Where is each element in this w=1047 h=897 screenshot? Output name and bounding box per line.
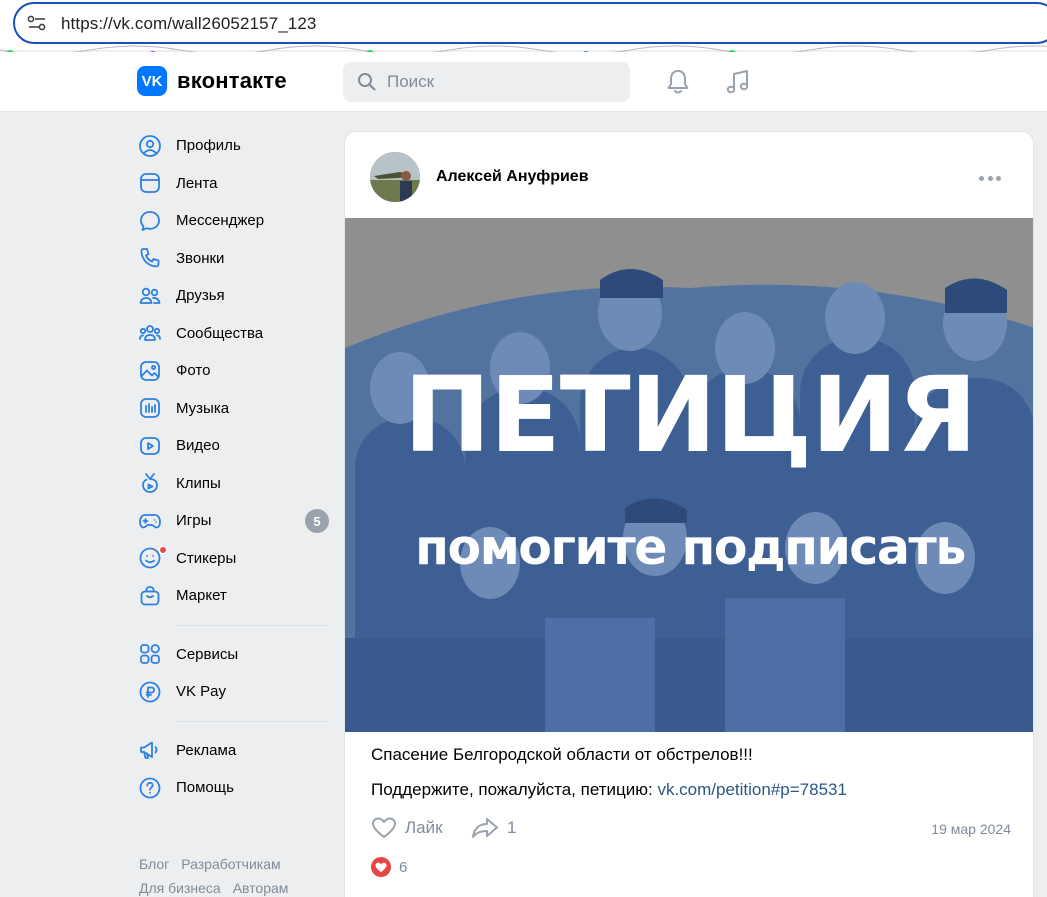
sidebar-item-label: Маркет	[176, 587, 227, 605]
share-count: 1	[507, 818, 517, 837]
sidebar-item-profile[interactable]: Профиль	[137, 127, 332, 165]
sidebar-item-news[interactable]: Лента	[137, 165, 332, 203]
sidebar-item-friends[interactable]: Друзья	[137, 277, 332, 315]
sidebar-item-ads[interactable]: Реклама	[137, 732, 332, 770]
share-button[interactable]: 1	[471, 816, 516, 840]
sidebar-item-label: Друзья	[176, 287, 225, 305]
post-actions-bar: Лайк 1 19 мар 2024	[371, 816, 1011, 844]
news-icon	[137, 170, 163, 196]
profile-icon	[137, 133, 163, 159]
sidebar-item-label: Игры	[176, 512, 212, 530]
nav-services-group: Сервисы VK Pay	[137, 636, 332, 711]
vk-header: VK вконтакте	[0, 52, 1047, 112]
nav-divider	[176, 720, 328, 722]
ads-icon	[137, 737, 163, 763]
sidebar-item-label: Видео	[176, 437, 220, 455]
music-note-icon[interactable]	[723, 67, 753, 97]
sidebar-item-label: Сообщества	[176, 324, 264, 342]
photo-icon	[137, 358, 163, 384]
wall-post: Алексей Ануфриев ПЕТИЦИЯ помогите подпис…	[344, 131, 1034, 897]
market-icon	[137, 583, 163, 609]
sidebar-item-label: Сервисы	[176, 645, 239, 663]
author-avatar[interactable]	[370, 152, 420, 202]
sidebar-item-label: Помощь	[176, 779, 234, 797]
sidebar-item-messenger[interactable]: Мессенджер	[137, 202, 332, 240]
footer-link-developers[interactable]: Разработчикам	[181, 856, 280, 872]
phone-icon	[137, 245, 163, 271]
sidebar-item-label: Музыка	[176, 399, 230, 417]
help-icon	[137, 775, 163, 801]
communities-icon	[137, 320, 163, 346]
address-bar[interactable]: https://vk.com/wall26052157_123	[13, 2, 1047, 44]
left-sidebar: Профиль Лента Мессенджер Звонки Друзья Сообще…	[137, 127, 332, 807]
vk-logo-mark: VK	[137, 66, 167, 96]
image-subtitle-text: помогите подписать	[415, 519, 966, 576]
notification-dot	[159, 545, 167, 554]
site-settings-icon[interactable]	[27, 15, 47, 31]
nav-help-group: Реклама Помощь	[137, 732, 332, 807]
vkpay-icon	[137, 679, 163, 705]
sidebar-item-label: Мессенджер	[176, 212, 265, 230]
sidebar-item-help[interactable]: Помощь	[137, 769, 332, 807]
footer-link-authors[interactable]: Авторам	[233, 880, 289, 896]
music-icon	[137, 395, 163, 421]
clips-icon	[137, 470, 163, 496]
reaction-count: 6	[399, 858, 408, 876]
sidebar-item-label: Реклама	[176, 741, 237, 759]
sidebar-footer-links: Блог Разработчикам Для бизнеса Авторам	[139, 852, 339, 897]
search-input[interactable]	[387, 70, 617, 94]
video-icon	[137, 433, 163, 459]
vk-logo-text: вконтакте	[177, 68, 287, 93]
sidebar-item-video[interactable]: Видео	[137, 427, 332, 465]
share-arrow-icon	[472, 818, 498, 838]
sidebar-item-label: VK Pay	[176, 683, 227, 701]
heart-reaction-icon	[371, 857, 391, 877]
bell-icon[interactable]	[663, 67, 693, 97]
sidebar-item-label: Фото	[176, 362, 211, 380]
sidebar-item-market[interactable]: Маркет	[137, 577, 332, 615]
search-icon	[358, 73, 376, 91]
messenger-icon	[137, 208, 163, 234]
post-text-prefix: Поддержите, пожалуйста, петицию:	[371, 780, 658, 799]
sidebar-item-music[interactable]: Музыка	[137, 390, 332, 428]
services-icon	[137, 641, 163, 667]
sidebar-item-label: Стикеры	[176, 549, 237, 567]
footer-link-business[interactable]: Для бизнеса	[139, 880, 221, 896]
sidebar-item-vkpay[interactable]: VK Pay	[137, 673, 332, 711]
footer-link-blog[interactable]: Блог	[139, 856, 169, 872]
post-text-line: Спасение Белгородской области от обстрел…	[371, 745, 753, 764]
sidebar-item-label: Профиль	[176, 137, 241, 155]
sidebar-item-label: Звонки	[176, 249, 225, 267]
sidebar-item-phone[interactable]: Звонки	[137, 240, 332, 278]
friends-icon	[137, 283, 163, 309]
reactions-summary[interactable]: 6	[371, 857, 407, 877]
search-box[interactable]	[343, 62, 630, 102]
browser-toolbar: https://vk.com/wall26052157_123	[0, 0, 1047, 50]
sidebar-item-services[interactable]: Сервисы	[137, 636, 332, 674]
sidebar-item-communities[interactable]: Сообщества	[137, 315, 332, 353]
post-more-button[interactable]	[975, 168, 1005, 188]
post-date[interactable]: 19 мар 2024	[931, 821, 1011, 837]
nav-main-group: Профиль Лента Мессенджер Звонки Друзья Сообще…	[137, 127, 332, 615]
image-title-text: ПЕТИЦИЯ	[403, 354, 978, 476]
url-text[interactable]: https://vk.com/wall26052157_123	[61, 14, 316, 34]
like-button[interactable]: Лайк	[371, 816, 443, 840]
sidebar-item-photo[interactable]: Фото	[137, 352, 332, 390]
vk-logo[interactable]: VK вконтакте	[137, 66, 287, 96]
sidebar-item-label: Клипы	[176, 474, 221, 492]
post-author-name[interactable]: Алексей Ануфриев	[436, 168, 589, 186]
sidebar-item-clips[interactable]: Клипы	[137, 465, 332, 503]
heart-outline-icon	[372, 817, 396, 838]
petition-link[interactable]: vk.com/petition#p=78531	[657, 780, 847, 799]
sidebar-item-games[interactable]: Игры 5	[137, 502, 332, 540]
sidebar-item-stickers[interactable]: Стикеры	[137, 540, 332, 578]
post-image[interactable]: ПЕТИЦИЯ помогите подписать	[345, 218, 1033, 732]
nav-divider	[176, 624, 328, 626]
games-icon	[137, 508, 163, 534]
post-text-line: Поддержите, пожалуйста, петицию: vk.com/…	[371, 780, 847, 800]
like-label: Лайк	[405, 818, 443, 837]
sidebar-item-label: Лента	[176, 174, 218, 192]
games-count-badge: 5	[305, 509, 329, 533]
